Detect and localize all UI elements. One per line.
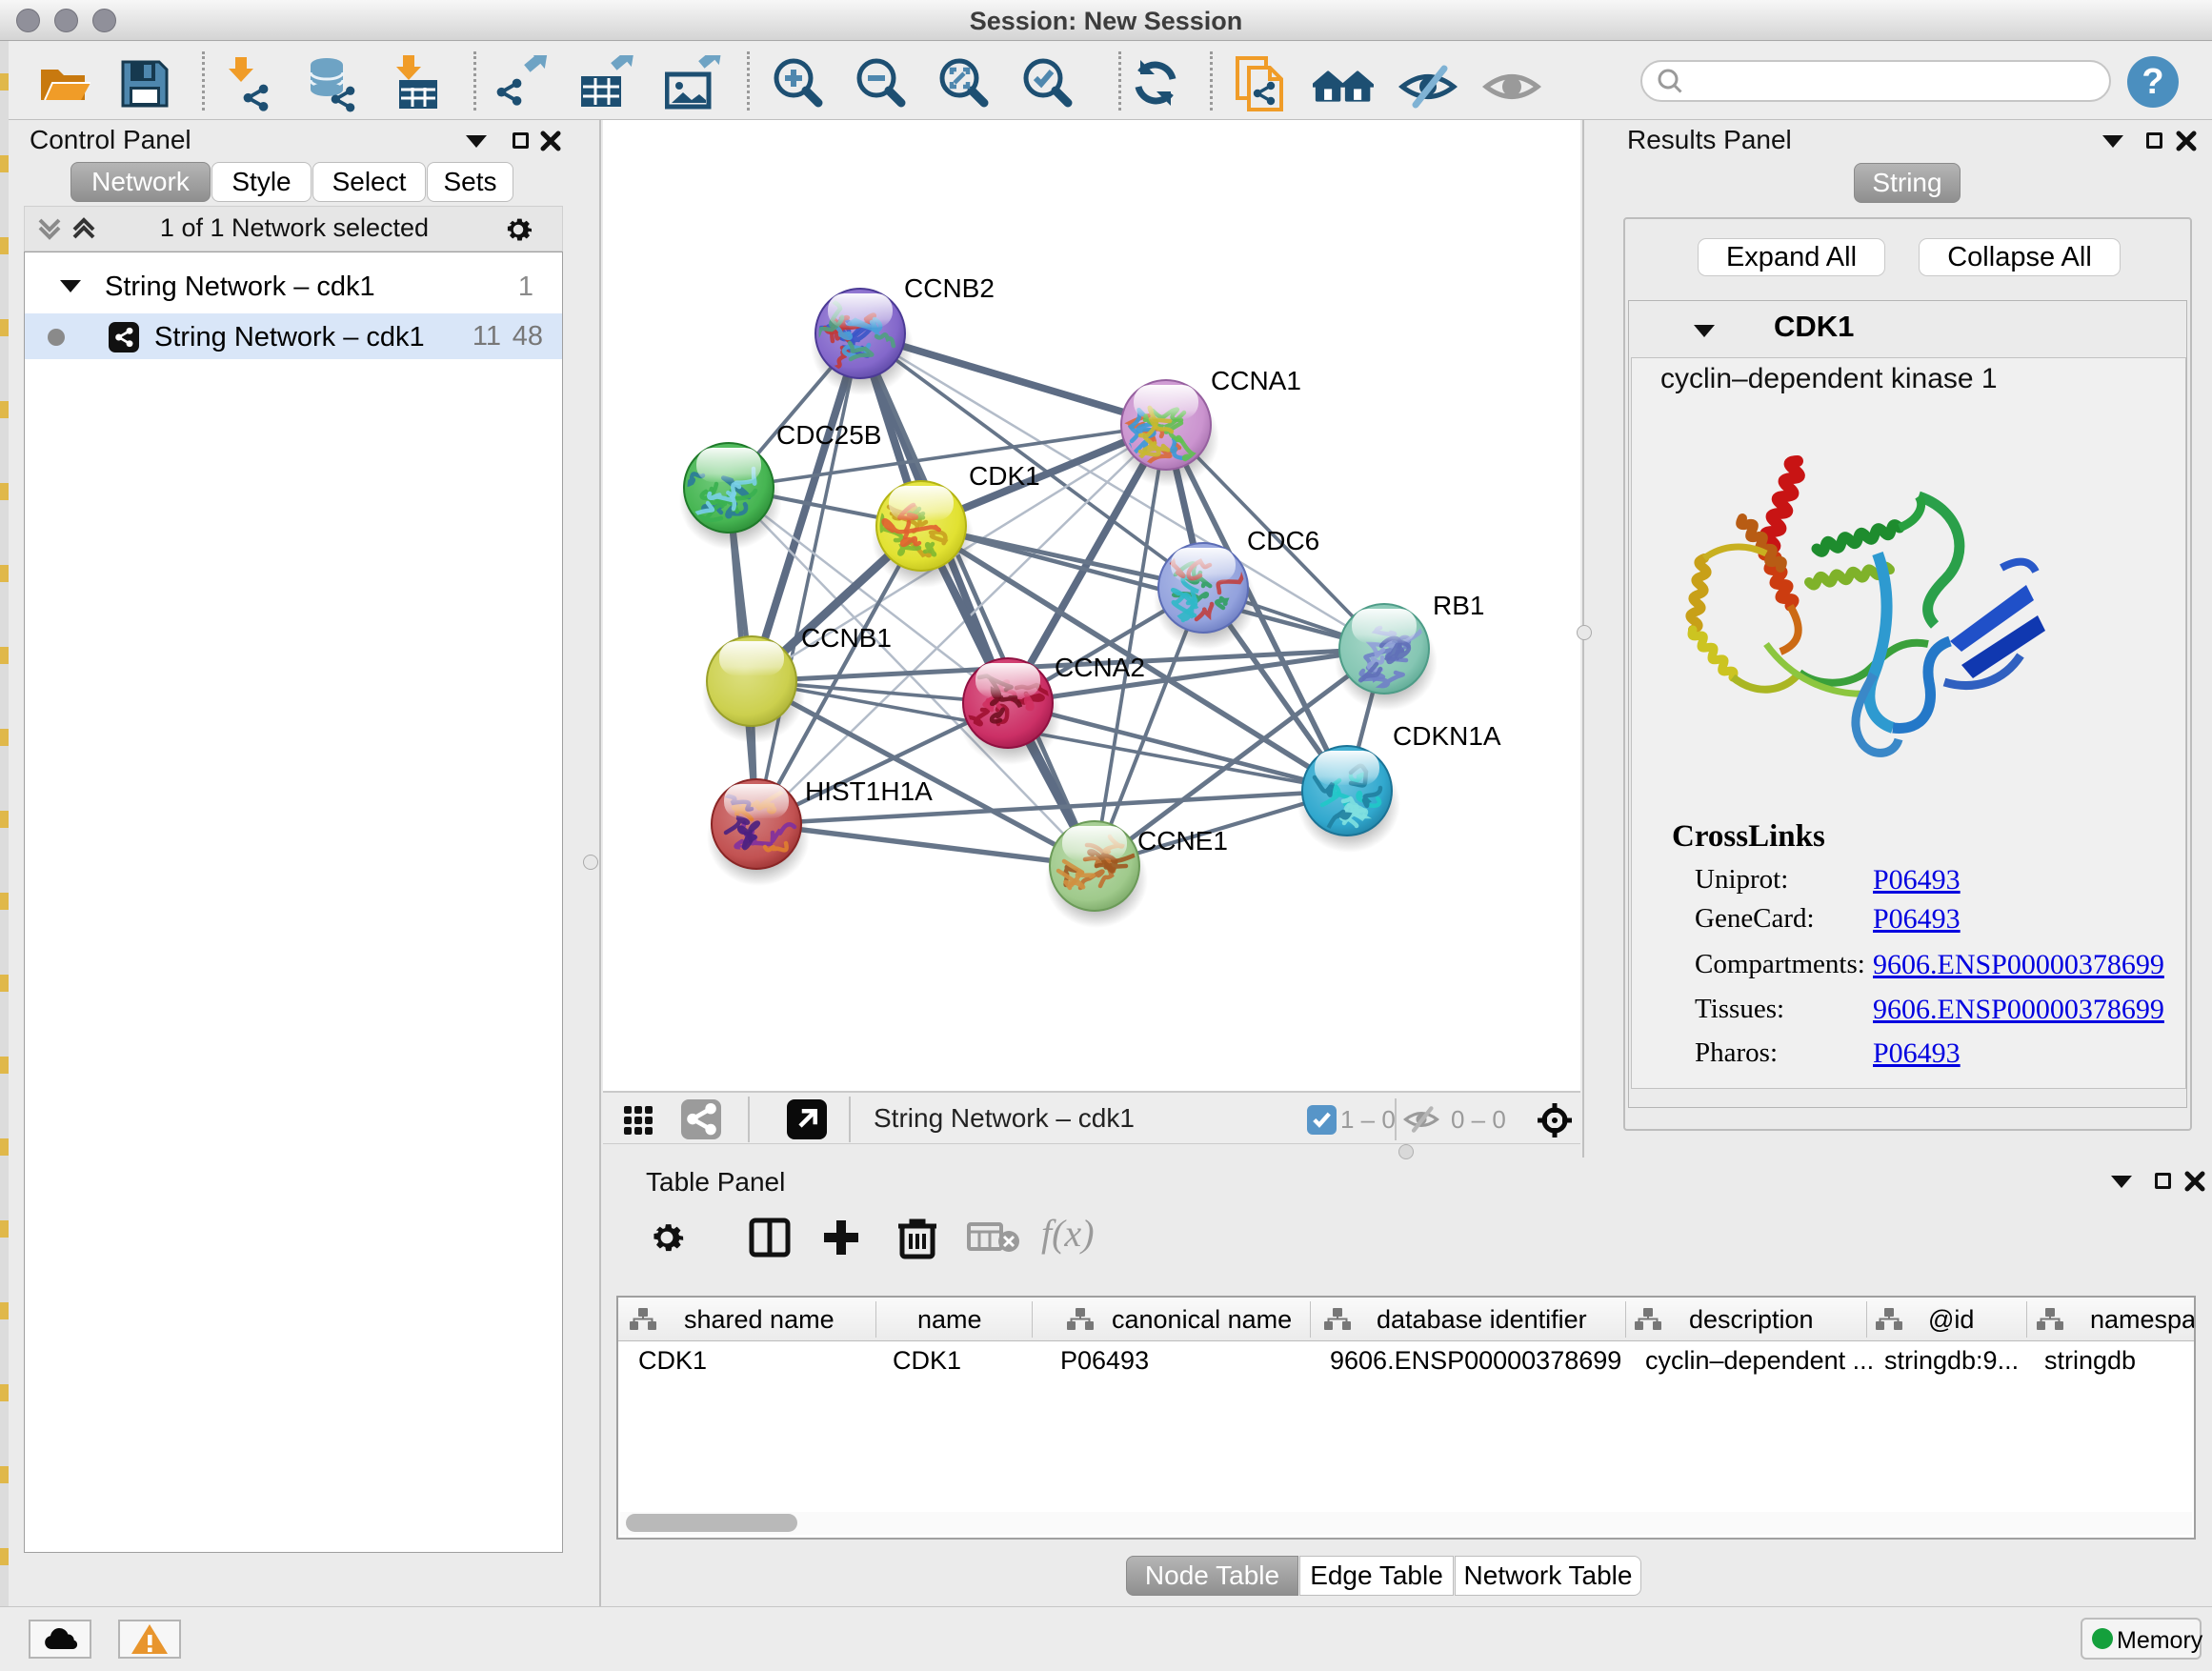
svg-text:CDKN1A: CDKN1A <box>1393 721 1501 751</box>
svg-text:CDC6: CDC6 <box>1247 526 1319 555</box>
svg-text:CCNE1: CCNE1 <box>1137 826 1228 856</box>
svg-text:CDC25B: CDC25B <box>776 420 881 450</box>
svg-text:CCNA2: CCNA2 <box>1055 653 1145 682</box>
svg-text:HIST1H1A: HIST1H1A <box>805 776 933 806</box>
svg-text:CCNB2: CCNB2 <box>904 273 995 303</box>
svg-text:RB1: RB1 <box>1433 591 1484 620</box>
svg-text:CCNB1: CCNB1 <box>801 623 892 653</box>
svg-text:CCNA1: CCNA1 <box>1211 366 1301 395</box>
svg-text:CDK1: CDK1 <box>969 461 1040 491</box>
